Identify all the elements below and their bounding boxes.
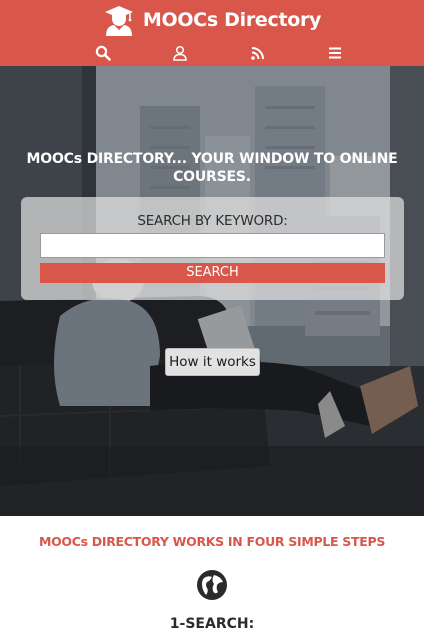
nav-search-button[interactable] <box>90 42 116 64</box>
nav-menu-button[interactable] <box>322 42 348 64</box>
how-it-works-button[interactable]: How it works <box>165 348 260 376</box>
brand-name: MOOCs Directory <box>142 9 322 31</box>
hero-title: MOOCs DIRECTORY... YOUR WINDOW TO ONLINE… <box>26 151 398 185</box>
nav-account-button[interactable] <box>167 42 193 64</box>
top-navbar: MOOCs Directory <box>0 0 424 66</box>
search-button[interactable]: SEARCH <box>40 263 385 283</box>
nav-feed-button[interactable] <box>245 42 271 64</box>
user-icon <box>173 45 188 61</box>
search-label: SEARCH BY KEYWORD: <box>137 213 288 229</box>
search-icon <box>95 45 111 61</box>
rss-icon <box>250 47 264 60</box>
steps-heading: MOOCs DIRECTORY WORKS IN FOUR SIMPLE STE… <box>38 534 386 549</box>
search-panel: SEARCH BY KEYWORD: SEARCH <box>21 197 404 300</box>
graduate-icon <box>104 6 133 36</box>
hero-section: MOOCs DIRECTORY... YOUR WINDOW TO ONLINE… <box>0 66 424 516</box>
menu-icon <box>328 47 341 59</box>
nav-icons <box>90 42 348 64</box>
brand[interactable]: MOOCs Directory <box>0 4 424 36</box>
globe-icon <box>197 570 227 600</box>
step-title: 1-SEARCH: <box>169 616 255 631</box>
search-input[interactable] <box>40 233 385 258</box>
